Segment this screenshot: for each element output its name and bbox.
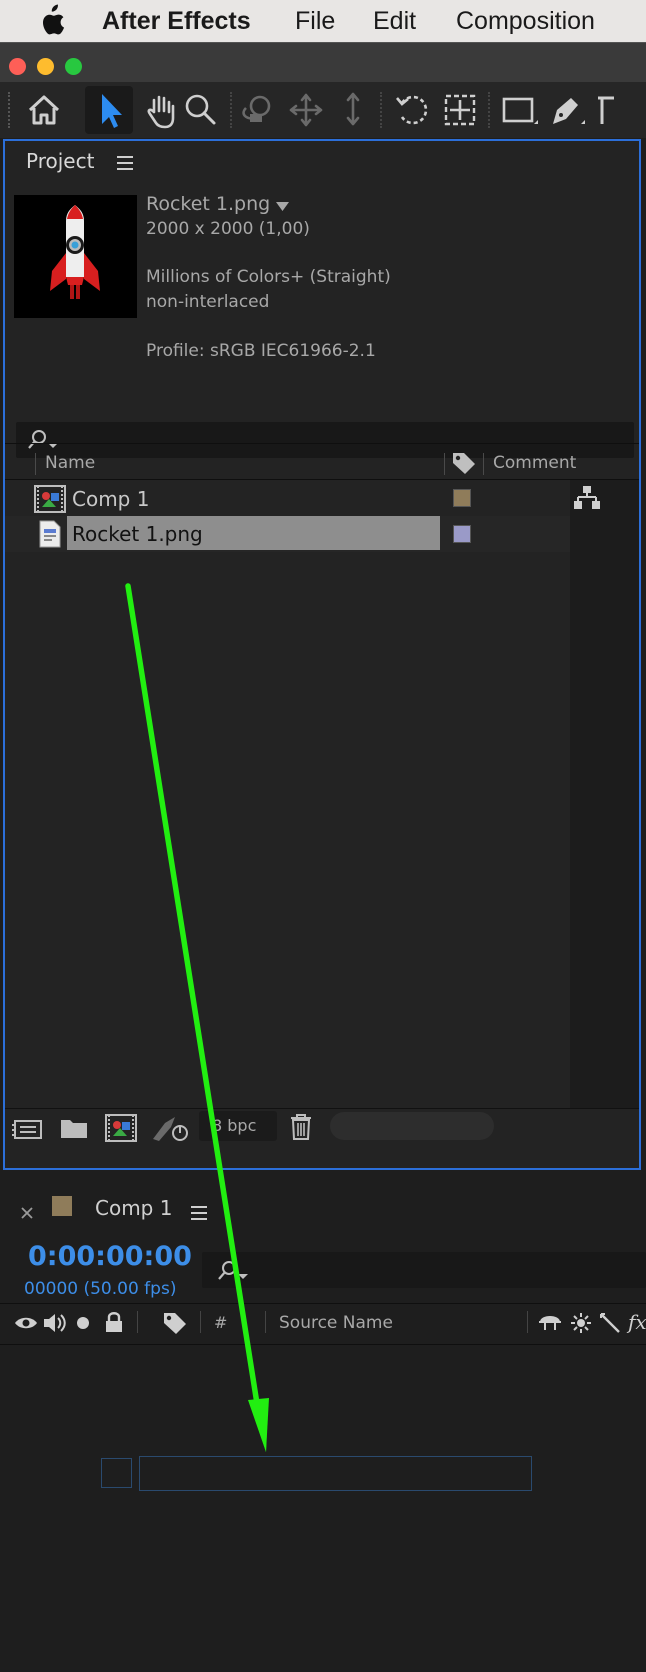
column-divider[interactable] [483, 453, 484, 475]
flowchart-rail [570, 480, 639, 1108]
anchor-point-icon[interactable] [440, 90, 480, 130]
search-icon [218, 1261, 248, 1280]
project-panel-title[interactable]: Project [26, 149, 94, 173]
pen-tool-icon[interactable] [545, 90, 585, 130]
toolbar-separator [488, 92, 492, 128]
close-tab-icon[interactable] [20, 1206, 34, 1220]
label-color-swatch[interactable] [453, 525, 471, 543]
thumbnail-size-slider[interactable] [330, 1112, 494, 1140]
bpc-button[interactable]: 8 bpc [199, 1111, 277, 1141]
selection-arrow-icon [102, 94, 122, 128]
label-tag-icon[interactable] [162, 1310, 188, 1336]
preview-thumbnail [14, 195, 137, 318]
collapse-transformations-icon[interactable] [570, 1312, 592, 1334]
timeline-panel: Comp 1 0:00:00:00 00000 (50.00 fps) # So… [0, 1178, 646, 1672]
project-footer [5, 1108, 639, 1109]
preview-colors: Millions of Colors+ (Straight) [146, 267, 391, 287]
fx-column-header[interactable]: fx [628, 1310, 646, 1334]
window-titlebar [0, 42, 646, 82]
label-color-swatch[interactable] [453, 489, 471, 507]
pan-camera-icon[interactable] [286, 90, 326, 130]
orbit-camera-icon[interactable] [238, 90, 278, 130]
folder-icon[interactable] [60, 1116, 88, 1140]
bpc-label: 8 bpc [212, 1116, 257, 1135]
preview-filename[interactable]: Rocket 1.png [146, 193, 270, 215]
panel-menu-icon[interactable] [116, 155, 134, 171]
current-time-display[interactable]: 0:00:00:00 [28, 1241, 192, 1272]
menu-bar: After Effects File Edit Composition [0, 0, 646, 42]
selection-tool-button[interactable] [85, 86, 133, 134]
panel-menu-icon[interactable] [190, 1205, 208, 1221]
name-column-header[interactable]: Name [45, 453, 95, 473]
layer-drop-target[interactable] [139, 1456, 532, 1491]
shy-icon[interactable] [538, 1312, 562, 1332]
search-icon [28, 430, 58, 449]
layer-drop-target-handle[interactable] [101, 1458, 132, 1488]
interpret-footage-icon[interactable] [11, 1116, 43, 1142]
column-divider[interactable] [444, 453, 445, 475]
tools-toolbar [0, 82, 646, 138]
zoom-window-button[interactable] [65, 58, 82, 75]
home-icon[interactable] [24, 90, 64, 130]
hand-icon[interactable] [141, 90, 181, 130]
preview-profile: Profile: sRGB IEC61966-2.1 [146, 341, 376, 361]
column-divider[interactable] [35, 453, 36, 475]
rocket-image [50, 205, 100, 299]
close-window-button[interactable] [9, 58, 26, 75]
dolly-camera-icon[interactable] [333, 90, 373, 130]
source-name-column-header[interactable]: Source Name [279, 1313, 393, 1333]
menu-app-name[interactable]: After Effects [102, 0, 251, 42]
preview-interlace: non-interlaced [146, 292, 270, 312]
header-bottom-divider [5, 479, 639, 480]
layer-column-header [0, 1303, 646, 1304]
solo-toggle-icon[interactable] [76, 1316, 90, 1330]
comp-tab-title[interactable]: Comp 1 [95, 1196, 172, 1220]
column-divider[interactable] [265, 1311, 266, 1333]
rectangle-tool-icon[interactable] [498, 90, 538, 130]
quality-icon[interactable] [599, 1312, 621, 1334]
apple-icon[interactable] [36, 4, 66, 38]
project-item-name[interactable]: Rocket 1.png [72, 522, 203, 546]
render-queue-icon[interactable] [151, 1113, 189, 1143]
project-item-row-rocket[interactable]: Rocket 1.png [5, 516, 570, 552]
label-tag-icon[interactable] [451, 450, 477, 476]
column-divider[interactable] [137, 1311, 138, 1333]
column-divider[interactable] [527, 1311, 528, 1333]
caret-down-icon[interactable] [276, 202, 289, 211]
type-tool-icon[interactable] [594, 90, 634, 130]
flowchart-icon[interactable] [573, 485, 601, 511]
frame-count-display[interactable]: 00000 (50.00 fps) [24, 1279, 176, 1299]
toolbar-separator [230, 92, 234, 128]
header-top-divider [5, 443, 639, 444]
video-toggle-icon[interactable] [14, 1315, 38, 1331]
comp-label-swatch[interactable] [52, 1196, 72, 1216]
trash-icon[interactable] [289, 1113, 313, 1141]
project-item-name[interactable]: Comp 1 [72, 487, 149, 511]
column-divider[interactable] [200, 1311, 201, 1333]
minimize-window-button[interactable] [37, 58, 54, 75]
toolbar-grip[interactable] [8, 92, 14, 128]
lock-icon[interactable] [104, 1311, 124, 1333]
layer-header-bottom-divider [0, 1344, 646, 1345]
project-item-row-comp[interactable]: Comp 1 [5, 481, 570, 517]
rotate-icon[interactable] [393, 90, 433, 130]
menu-composition[interactable]: Composition [456, 0, 595, 42]
comment-column-header[interactable]: Comment [493, 453, 576, 473]
composition-icon [34, 485, 66, 513]
layer-number-column-header[interactable]: # [214, 1313, 227, 1332]
zoom-icon[interactable] [180, 90, 220, 130]
layer-search-input[interactable] [202, 1252, 646, 1288]
project-panel: Project Rocket 1.png 2000 x 2000 (1,00) … [3, 139, 641, 1170]
preview-dimensions: 2000 x 2000 (1,00) [146, 219, 310, 239]
menu-file[interactable]: File [295, 0, 335, 42]
audio-toggle-icon[interactable] [42, 1312, 68, 1334]
image-file-icon [39, 520, 61, 548]
new-composition-icon[interactable] [105, 1114, 137, 1142]
menu-edit[interactable]: Edit [373, 0, 416, 42]
toolbar-separator [380, 92, 384, 128]
